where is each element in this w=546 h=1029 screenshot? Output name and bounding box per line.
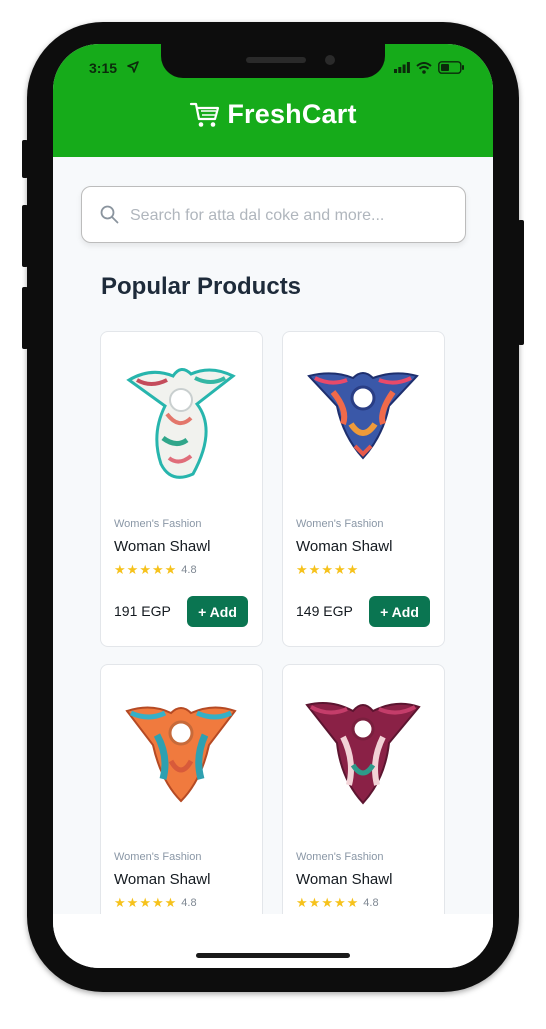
search-icon	[100, 205, 119, 224]
product-image	[307, 372, 419, 460]
star-icon: ★	[164, 562, 177, 577]
status-icons	[394, 61, 465, 74]
star-icon: ★	[114, 562, 126, 577]
section-title: Popular Products	[101, 273, 302, 300]
product-image	[305, 702, 421, 805]
location-arrow-icon	[127, 61, 139, 73]
mute-switch	[22, 140, 28, 178]
brand-name: FreshCart	[227, 99, 357, 129]
wifi-icon	[416, 61, 432, 74]
search-input[interactable]	[128, 187, 452, 244]
star-icon: ★	[151, 562, 164, 577]
add-to-cart-button[interactable]: + Add	[369, 596, 430, 627]
product-image	[126, 368, 236, 479]
product-rating: ★ ★ ★ ★ ★	[296, 563, 363, 576]
star-icon: ★	[126, 562, 139, 577]
speaker	[246, 57, 306, 63]
star-icon: ★	[164, 895, 177, 910]
product-category: Women's Fashion	[296, 851, 384, 863]
star-icon: ★	[321, 562, 333, 577]
brand-logo: FreshCart	[53, 99, 493, 130]
app-screen: 3:15 FreshCart Search for atta dal coke …	[53, 44, 493, 968]
product-card[interactable]: Women's Fashion Woman Shawl ★ ★ ★ ★ ★ 14…	[282, 331, 445, 647]
star-icon: ★	[296, 895, 308, 910]
product-price: 191 EGP	[114, 603, 171, 619]
bottom-safe-area	[53, 914, 493, 968]
home-indicator[interactable]	[196, 953, 350, 958]
star-icon: ★	[308, 895, 321, 910]
battery-icon	[438, 61, 464, 74]
rating-value: 4.8	[363, 896, 379, 909]
star-icon: ★	[308, 562, 321, 577]
rating-value: 4.8	[181, 896, 197, 909]
signal-icon	[394, 62, 410, 73]
product-card[interactable]: Women's Fashion Woman Shawl ★ ★ ★ ★ ★ 4.…	[100, 331, 263, 647]
product-name: Woman Shawl	[296, 871, 393, 888]
product-category: Women's Fashion	[296, 518, 384, 530]
star-icon: ★	[139, 895, 151, 910]
product-name: Woman Shawl	[296, 538, 393, 555]
front-camera	[325, 55, 335, 65]
status-time: 3:15	[89, 60, 118, 76]
product-category: Women's Fashion	[114, 851, 202, 863]
volume-up-button	[22, 205, 28, 267]
volume-down-button	[22, 287, 28, 349]
product-category: Women's Fashion	[114, 518, 202, 530]
star-icon: ★	[321, 895, 333, 910]
star-icon: ★	[139, 562, 151, 577]
product-rating: ★ ★ ★ ★ ★ 4.8	[114, 563, 197, 576]
star-icon: ★	[296, 562, 308, 577]
search-bar[interactable]	[81, 186, 466, 244]
product-name: Woman Shawl	[114, 538, 211, 555]
power-button	[518, 220, 524, 345]
app-header: 3:15 FreshCart	[53, 44, 493, 157]
star-icon: ★	[346, 895, 359, 910]
star-icon: ★	[114, 895, 126, 910]
product-rating: ★ ★ ★ ★ ★ 4.8	[114, 896, 197, 909]
notch	[161, 44, 385, 78]
star-icon: ★	[333, 562, 346, 577]
product-image	[125, 706, 237, 803]
star-icon: ★	[346, 562, 359, 577]
cart-icon	[190, 102, 220, 127]
product-price: 149 EGP	[296, 603, 353, 619]
product-name: Woman Shawl	[114, 871, 211, 888]
star-icon: ★	[333, 895, 346, 910]
star-icon: ★	[151, 895, 164, 910]
rating-value: 4.8	[181, 563, 197, 576]
star-icon: ★	[126, 895, 139, 910]
product-rating: ★ ★ ★ ★ ★ 4.8	[296, 896, 379, 909]
add-to-cart-button[interactable]: + Add	[187, 596, 248, 627]
